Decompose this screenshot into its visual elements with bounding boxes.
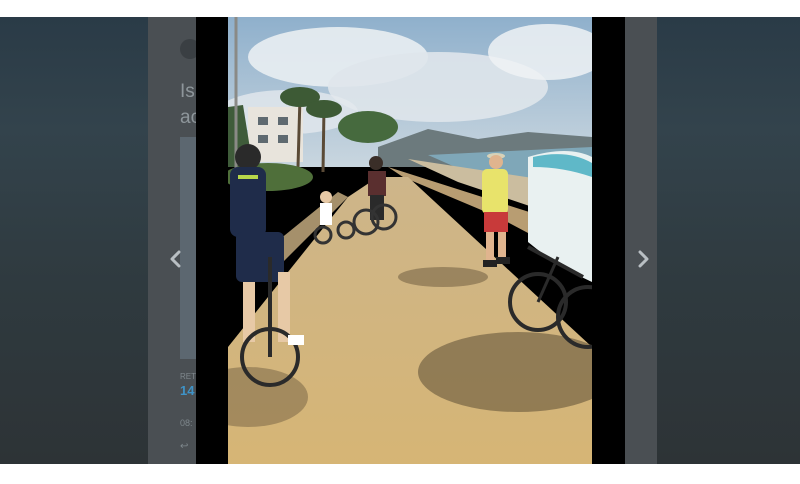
reply-icon[interactable]: ↩ [180,441,188,452]
photo[interactable] [228,17,592,464]
chevron-left-icon [170,250,181,268]
chevron-right-icon [638,250,649,268]
retweets-label: RET [180,372,196,381]
retweets-count: 14 [180,383,195,398]
close-button[interactable] [631,0,647,10]
previous-photo-button[interactable] [166,249,186,269]
tweet-timestamp: 08: [180,418,193,428]
lightbox-overlay: Is ac RET 14 08: ↩ [0,17,800,464]
backdrop-left [0,17,148,464]
media-viewer [196,17,625,464]
cyclists-promenade-photo [228,17,592,464]
close-icon [632,0,646,9]
backdrop-right [657,17,800,464]
tweet-media-edge [180,137,196,359]
next-photo-button[interactable] [633,249,653,269]
